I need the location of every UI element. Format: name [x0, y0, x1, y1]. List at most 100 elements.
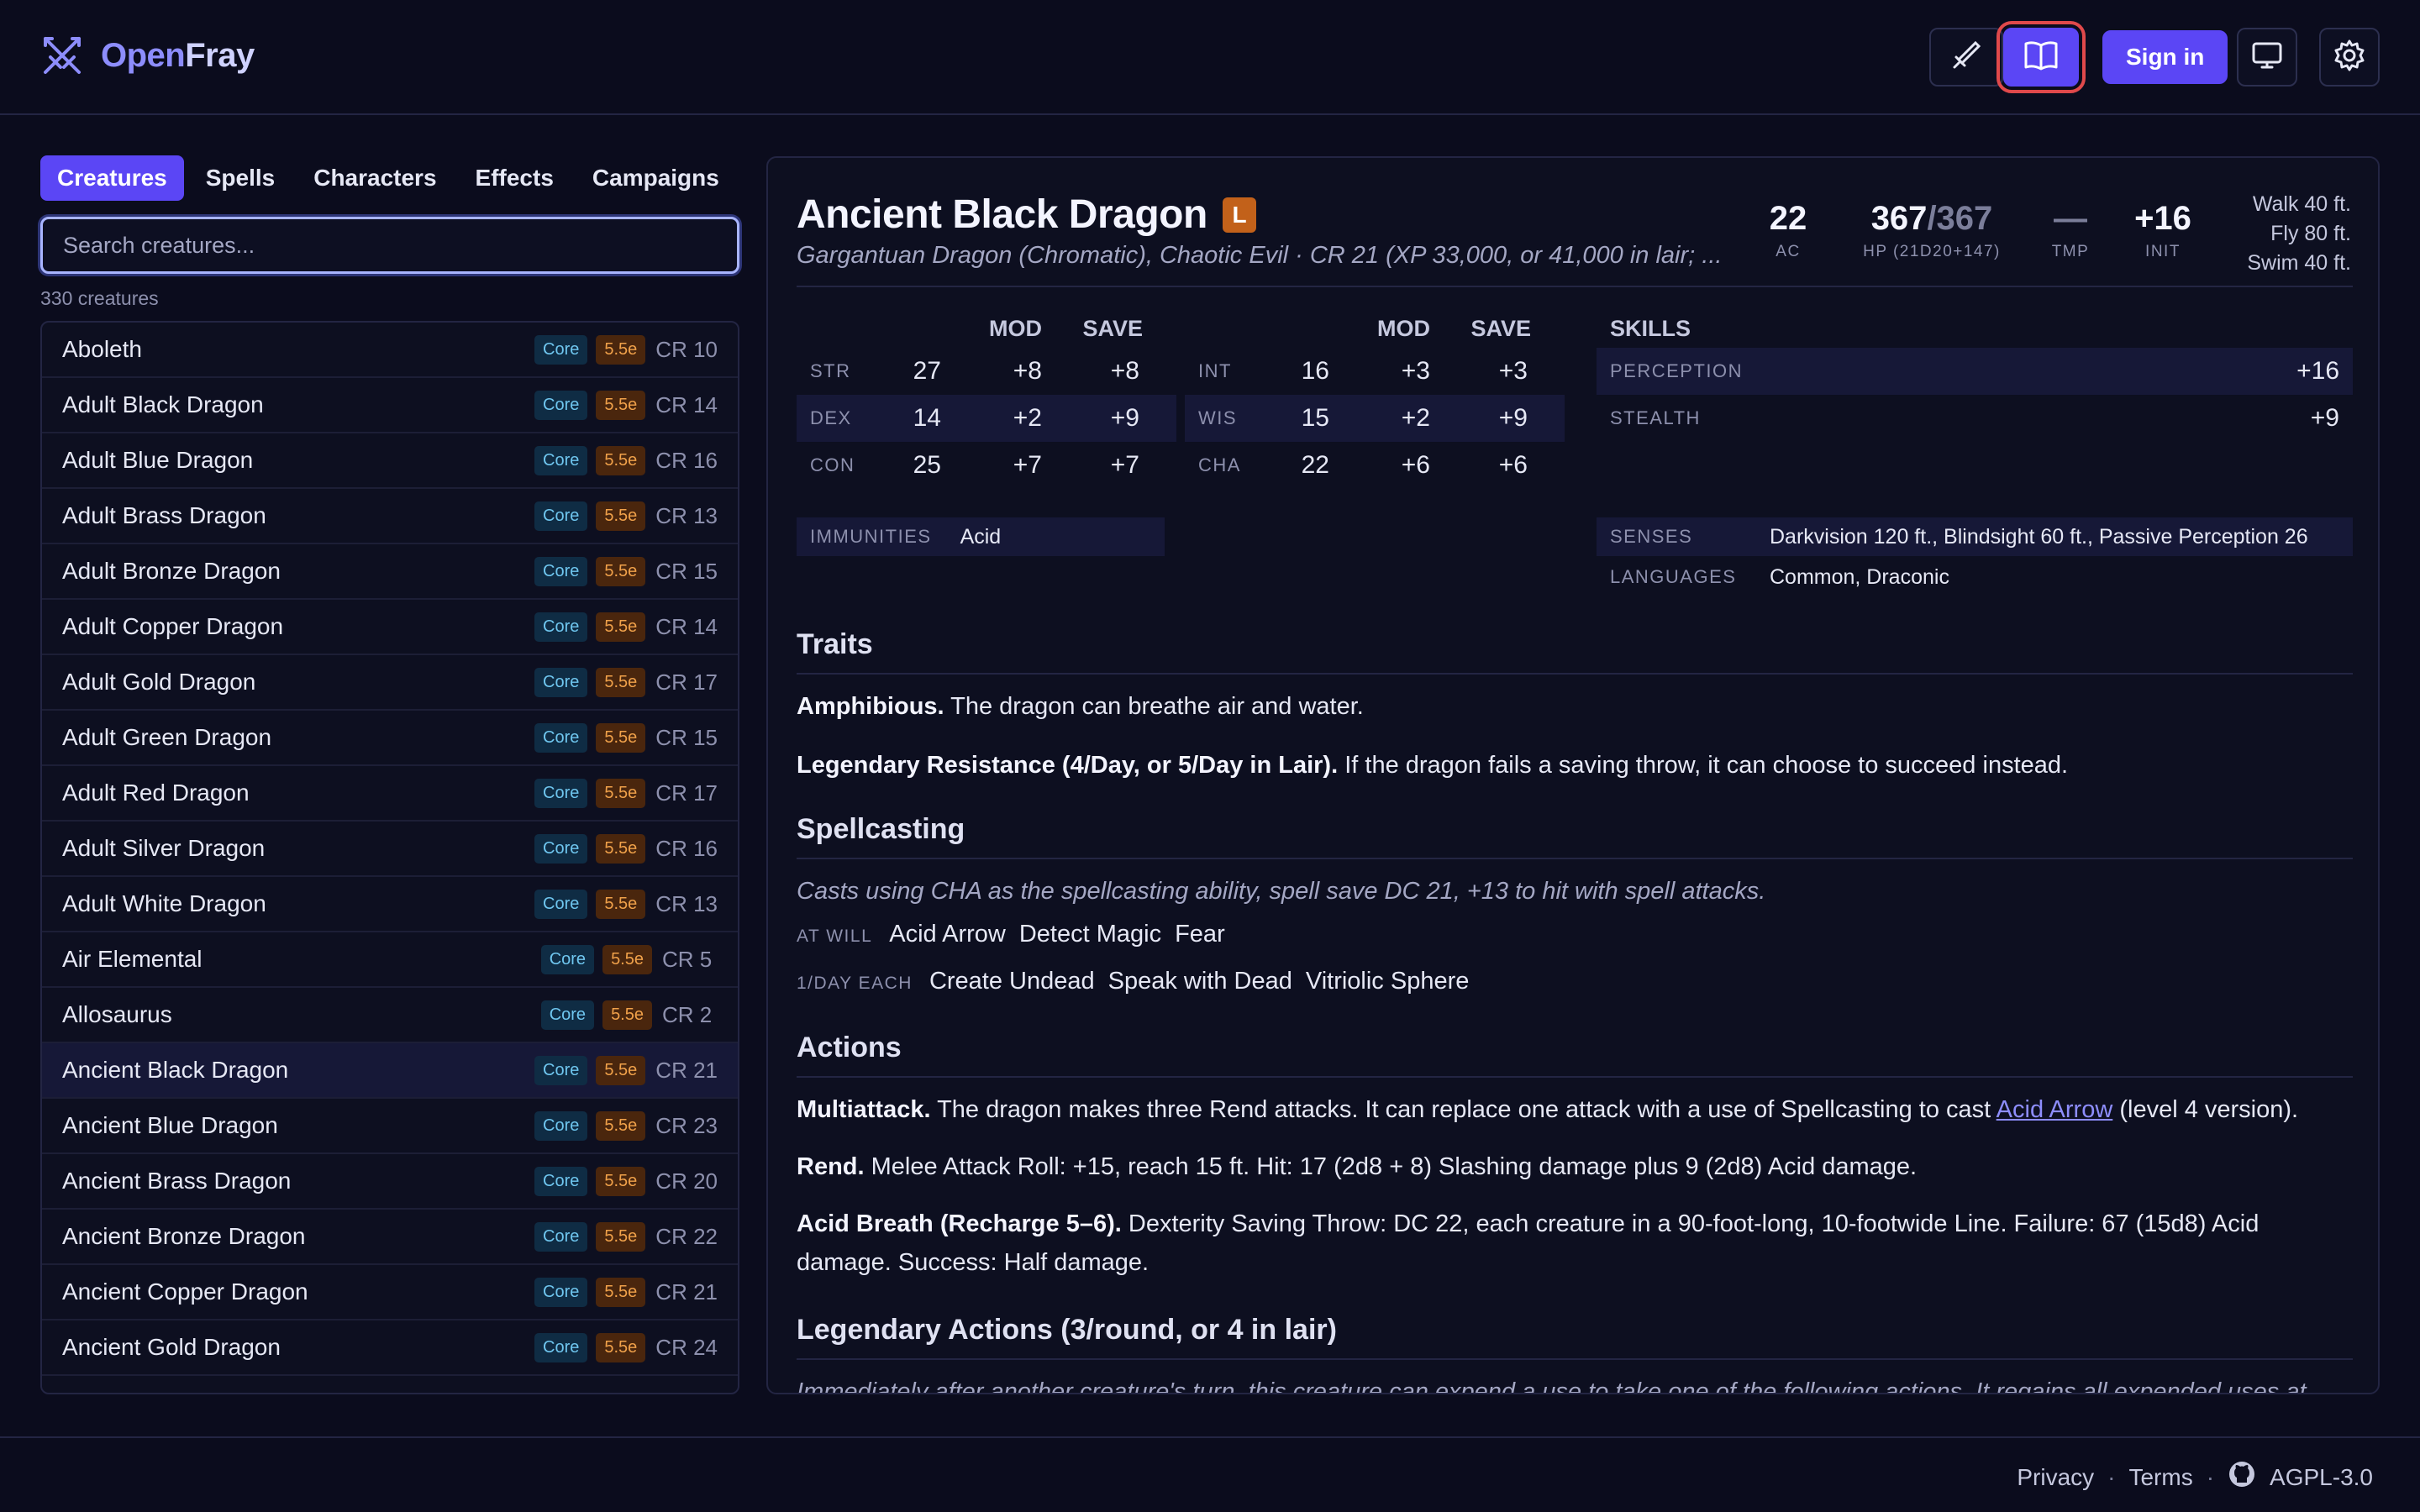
spell-link[interactable]: Acid Arrow [889, 921, 1006, 948]
edition-badge: 5.5e [602, 1000, 652, 1030]
list-item[interactable]: Adult Black Dragon Core 5.5e CR 14 [42, 378, 738, 433]
ability-score: 22 [1301, 451, 1329, 479]
search-input[interactable] [40, 217, 739, 274]
creature-list[interactable]: Aboleth Core 5.5e CR 10 Adult Black Dragon Co… [40, 321, 739, 1394]
ability-save[interactable]: +6 [1430, 451, 1531, 480]
edition-badge: 5.5e [596, 667, 646, 697]
list-item[interactable]: Adult Blue Dragon Core 5.5e CR 16 [42, 433, 738, 489]
privacy-link[interactable]: Privacy [2017, 1464, 2094, 1491]
speed-walk: Walk 40 ft. [2252, 192, 2351, 216]
senses: SENSES Darkvision 120 ft., Blindsight 60 … [1597, 517, 2353, 556]
list-item[interactable]: Adult Green Dragon Core 5.5e CR 15 [42, 711, 738, 766]
acid-arrow-link[interactable]: Acid Arrow [1996, 1096, 2113, 1123]
challenge-rating: CR 2 [662, 1001, 713, 1027]
source-badge: Core [540, 1000, 595, 1030]
ability-mod[interactable]: +7 [941, 451, 1042, 480]
challenge-rating: CR 13 [655, 502, 718, 528]
challenge-rating: CR 22 [655, 1223, 718, 1249]
challenge-rating: CR 5 [662, 946, 713, 972]
edition-badge: 5.5e [596, 445, 646, 475]
compendium-button[interactable] [1996, 21, 2086, 93]
ability-row-wis[interactable]: WIS 15 +2 +9 [1185, 395, 1565, 442]
ability-mod[interactable]: +6 [1329, 451, 1430, 480]
list-item[interactable]: Ancient Copper Dragon Core 5.5e CR 21 [42, 1265, 738, 1320]
ability-score: 14 [913, 404, 941, 432]
tab-characters[interactable]: Characters [297, 155, 453, 201]
list-item[interactable]: Adult Bronze Dragon Core 5.5e CR 15 [42, 544, 738, 600]
creature-name: Adult Brass Dragon [62, 502, 266, 528]
edition-badge: 5.5e [596, 1166, 646, 1196]
ability-save[interactable]: +9 [1042, 404, 1143, 433]
edition-badge: 5.5e [596, 1055, 646, 1085]
app-header: OpenFray Sign in [0, 0, 2420, 115]
list-item[interactable]: Ancient Black Dragon Core 5.5e CR 21 [42, 1043, 738, 1099]
ability-mod[interactable]: +2 [941, 404, 1042, 433]
ability-row-cha[interactable]: CHA 22 +6 +6 [1185, 442, 1565, 489]
ability-row-dex[interactable]: DEX 14 +2 +9 [797, 395, 1176, 442]
ability-label: WIS [1198, 407, 1238, 428]
tab-effects[interactable]: Effects [459, 155, 571, 201]
skill-perception: PERCEPTION +16 [1597, 348, 2353, 395]
list-item[interactable]: Ancient Gold Dragon Core 5.5e CR 24 [42, 1320, 738, 1376]
ability-save[interactable]: +7 [1042, 451, 1143, 480]
challenge-rating: CR 15 [655, 724, 718, 750]
creature-name: Adult Bronze Dragon [62, 558, 281, 584]
list-item[interactable]: Adult Brass Dragon Core 5.5e CR 13 [42, 489, 738, 544]
list-item[interactable]: Adult Red Dragon Core 5.5e CR 17 [42, 766, 738, 822]
list-item[interactable]: Air Elemental Core 5.5e CR 5 [42, 932, 738, 988]
challenge-rating: CR 16 [655, 835, 718, 861]
list-item[interactable]: Adult Gold Dragon Core 5.5e CR 17 [42, 655, 738, 711]
spell-link[interactable]: Vitriolic Sphere [1306, 968, 1470, 995]
hit-points[interactable]: 367/367 HP (21D20+147) [1852, 200, 2012, 261]
list-item[interactable]: Aboleth Core 5.5e CR 10 [42, 323, 738, 378]
ability-row-str[interactable]: STR 27 +8 +8 [797, 348, 1176, 395]
tab-spells[interactable]: Spells [189, 155, 292, 201]
ability-save[interactable]: +8 [1042, 357, 1143, 386]
ability-save[interactable]: +9 [1430, 404, 1531, 433]
tab-creatures[interactable]: Creatures [40, 155, 184, 201]
spell-link[interactable]: Fear [1175, 921, 1225, 948]
sign-in-button[interactable]: Sign in [2102, 30, 2228, 84]
terms-link[interactable]: Terms [2128, 1464, 2192, 1491]
license-text: AGPL-3.0 [2270, 1463, 2373, 1490]
action-rend: Rend. Melee Attack Roll: +15, reach 15 f… [797, 1153, 1918, 1180]
skill-stealth: STEALTH +9 [1610, 404, 2339, 432]
list-item[interactable]: Allosaurus Core 5.5e CR 2 [42, 988, 738, 1043]
ability-mod[interactable]: +8 [941, 357, 1042, 386]
edition-badge: 5.5e [596, 556, 646, 586]
list-item[interactable]: Ancient Blue Dragon Core 5.5e CR 23 [42, 1099, 738, 1154]
creature-name: Aboleth [62, 336, 142, 362]
creature-name: Adult White Dragon [62, 890, 266, 916]
ability-row-con[interactable]: CON 25 +7 +7 [797, 442, 1176, 489]
creature-name: Air Elemental [62, 946, 203, 972]
ability-mod[interactable]: +3 [1329, 357, 1430, 386]
list-item[interactable]: Adult Copper Dragon Core 5.5e CR 14 [42, 600, 738, 655]
immunities: IMMUNITIES Acid [797, 517, 1165, 556]
combat-tracker-button[interactable] [1929, 28, 2003, 87]
spell-link[interactable]: Detect Magic [1019, 921, 1161, 948]
initiative[interactable]: +16 INIT [2129, 200, 2196, 261]
speed-fly: Fly 80 ft. [2270, 222, 2351, 245]
github-icon[interactable] [2228, 1460, 2256, 1494]
creature-name: Ancient Bronze Dragon [62, 1223, 306, 1249]
source-badge: Core [534, 1221, 588, 1252]
ability-save[interactable]: +3 [1430, 357, 1531, 386]
list-item[interactable]: Adult Silver Dragon Core 5.5e CR 16 [42, 822, 738, 877]
challenge-rating: CR 17 [655, 780, 718, 806]
temp-hp[interactable]: — TMP [2045, 200, 2096, 261]
tab-campaigns[interactable]: Campaigns [576, 155, 736, 201]
challenge-rating: CR 15 [655, 558, 718, 584]
list-item[interactable]: Ancient Bronze Dragon Core 5.5e CR 22 [42, 1210, 738, 1265]
display-mode-button[interactable] [2237, 28, 2297, 87]
creature-name: Adult Silver Dragon [62, 835, 266, 861]
settings-button[interactable] [2319, 28, 2380, 87]
ability-mod[interactable]: +2 [1329, 404, 1430, 433]
spell-link[interactable]: Speak with Dead [1108, 968, 1292, 995]
list-item[interactable]: Ancient Brass Dragon Core 5.5e CR 20 [42, 1154, 738, 1210]
ability-row-int[interactable]: INT 16 +3 +3 [1185, 348, 1565, 395]
spell-link[interactable]: Create Undead [929, 968, 1095, 995]
creature-name: Adult Black Dragon [62, 391, 264, 417]
edition-badge: 5.5e [596, 1110, 646, 1141]
list-item[interactable]: Adult White Dragon Core 5.5e CR 13 [42, 877, 738, 932]
app-logo[interactable]: OpenFray [40, 34, 255, 77]
